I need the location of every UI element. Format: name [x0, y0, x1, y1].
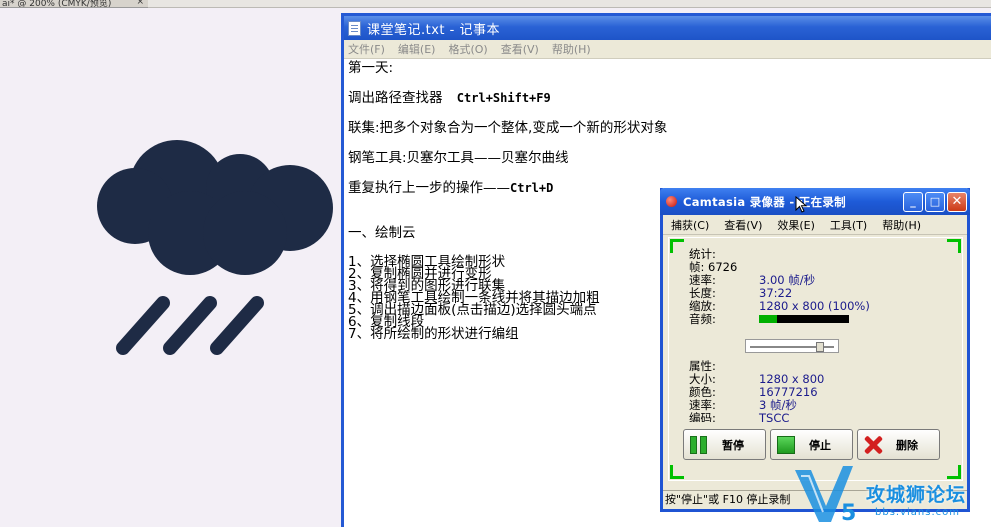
prop-value: TSCC — [759, 411, 790, 423]
notepad-title: 课堂笔记.txt - 记事本 — [367, 22, 500, 38]
close-button[interactable]: ✕ — [947, 191, 967, 212]
statistics: 统计: 帧: 6726 速率: 3.00 帧/秒 长度: 37:22 缩放: 1280… — [689, 248, 870, 326]
camtasia-title: Camtasia 录像器 - 正在录制 — [683, 194, 846, 209]
watermark-text: 攻城狮论坛 — [866, 484, 967, 506]
stop-label: 停止 — [809, 438, 831, 452]
tab-strip — [148, 0, 991, 8]
text-line: 联集:把多个对象合为一个整体,变成一个新的形状对象 — [348, 120, 668, 136]
text-line: 调出路径查找器 Ctrl+Shift+F9 — [348, 91, 991, 106]
text-shortcut: Ctrl+D — [510, 181, 554, 195]
document-tab-label: ai* @ 200% (CMYK/预览) — [2, 0, 112, 8]
menu-help[interactable]: 帮助(H) — [552, 41, 591, 57]
menu-view[interactable]: 查看(V) — [724, 217, 762, 233]
notepad-titlebar[interactable]: 课堂笔记.txt - 记事本 — [344, 16, 991, 40]
cloud-rain-illustration — [97, 140, 333, 355]
volume-slider[interactable] — [745, 339, 839, 353]
delete-label: 删除 — [896, 438, 918, 452]
stat-row: 音频: — [689, 313, 870, 326]
slider-thumb[interactable] — [816, 342, 824, 352]
delete-icon — [864, 436, 882, 454]
prop-key: 编码: — [689, 411, 716, 423]
notepad-icon — [348, 20, 361, 36]
watermark-url: bbs.vians.com — [875, 507, 960, 518]
menu-view[interactable]: 查看(V) — [501, 41, 539, 57]
tab-close-icon[interactable]: × — [136, 0, 144, 7]
menu-format[interactable]: 格式(O) — [448, 41, 487, 57]
text-line: 钢笔工具:贝塞尔工具——贝塞尔曲线 — [348, 150, 569, 166]
menu-capture[interactable]: 捕获(C) — [671, 217, 709, 233]
recording-panel: 统计: 帧: 6726 速率: 3.00 帧/秒 长度: 37:22 缩放: 1280… — [668, 237, 963, 481]
prop-row: 编码: TSCC — [689, 411, 824, 423]
audio-level-meter — [759, 315, 849, 323]
properties: 属性: 大小: 1280 x 800 颜色: 16777216 速率: 3 帧/秒 编… — [689, 358, 949, 423]
audio-label: 音频: — [689, 312, 716, 326]
stop-button[interactable]: 停止 — [770, 429, 853, 460]
watermark-logo-icon: 5 — [795, 466, 856, 526]
stop-icon — [777, 435, 795, 454]
menu-file[interactable]: 文件(F) — [348, 41, 385, 57]
menu-help[interactable]: 帮助(H) — [882, 217, 921, 233]
svg-text:5: 5 — [841, 501, 856, 526]
watermark: 5 攻城狮论坛 bbs.vians.com — [793, 462, 991, 527]
menu-edit[interactable]: 编辑(E) — [398, 41, 436, 57]
pause-label: 暂停 — [722, 438, 744, 452]
menu-tools[interactable]: 工具(T) — [830, 217, 867, 233]
text-fragment: 调出路径查找器 — [348, 90, 443, 106]
pause-button[interactable]: 暂停 — [683, 429, 766, 460]
text-line: 第一天: — [348, 60, 394, 76]
capture-corner-marker — [947, 239, 961, 253]
notepad-menubar: 文件(F) 编辑(E) 格式(O) 查看(V) 帮助(H) — [344, 40, 991, 59]
document-tab[interactable]: ai* @ 200% (CMYK/预览) × — [0, 0, 148, 8]
record-icon — [666, 196, 677, 207]
audio-level-fill — [759, 315, 777, 323]
pause-icon — [690, 435, 708, 454]
capture-corner-marker — [670, 465, 684, 479]
camtasia-menubar: 捕获(C) 查看(V) 效果(E) 工具(T) 帮助(H) — [663, 215, 967, 235]
recording-actions: 暂停 停止 删除 — [683, 429, 940, 460]
camtasia-titlebar[interactable]: Camtasia 录像器 - 正在录制 _ □ ✕ — [660, 188, 970, 215]
stat-value: 1280 x 800 (100%) — [759, 299, 870, 313]
capture-corner-marker — [670, 239, 684, 253]
maximize-button[interactable]: □ — [925, 191, 945, 212]
text-fragment: 重复执行上一步的操作—— — [348, 180, 510, 196]
stat-row: 缩放: 1280 x 800 (100%) — [689, 300, 870, 313]
menu-effects[interactable]: 效果(E) — [777, 217, 815, 233]
minimize-button[interactable]: _ — [903, 191, 923, 212]
delete-button[interactable]: 删除 — [857, 429, 940, 460]
cursor-icon — [795, 196, 808, 213]
text-shortcut: Ctrl+Shift+F9 — [456, 91, 551, 105]
